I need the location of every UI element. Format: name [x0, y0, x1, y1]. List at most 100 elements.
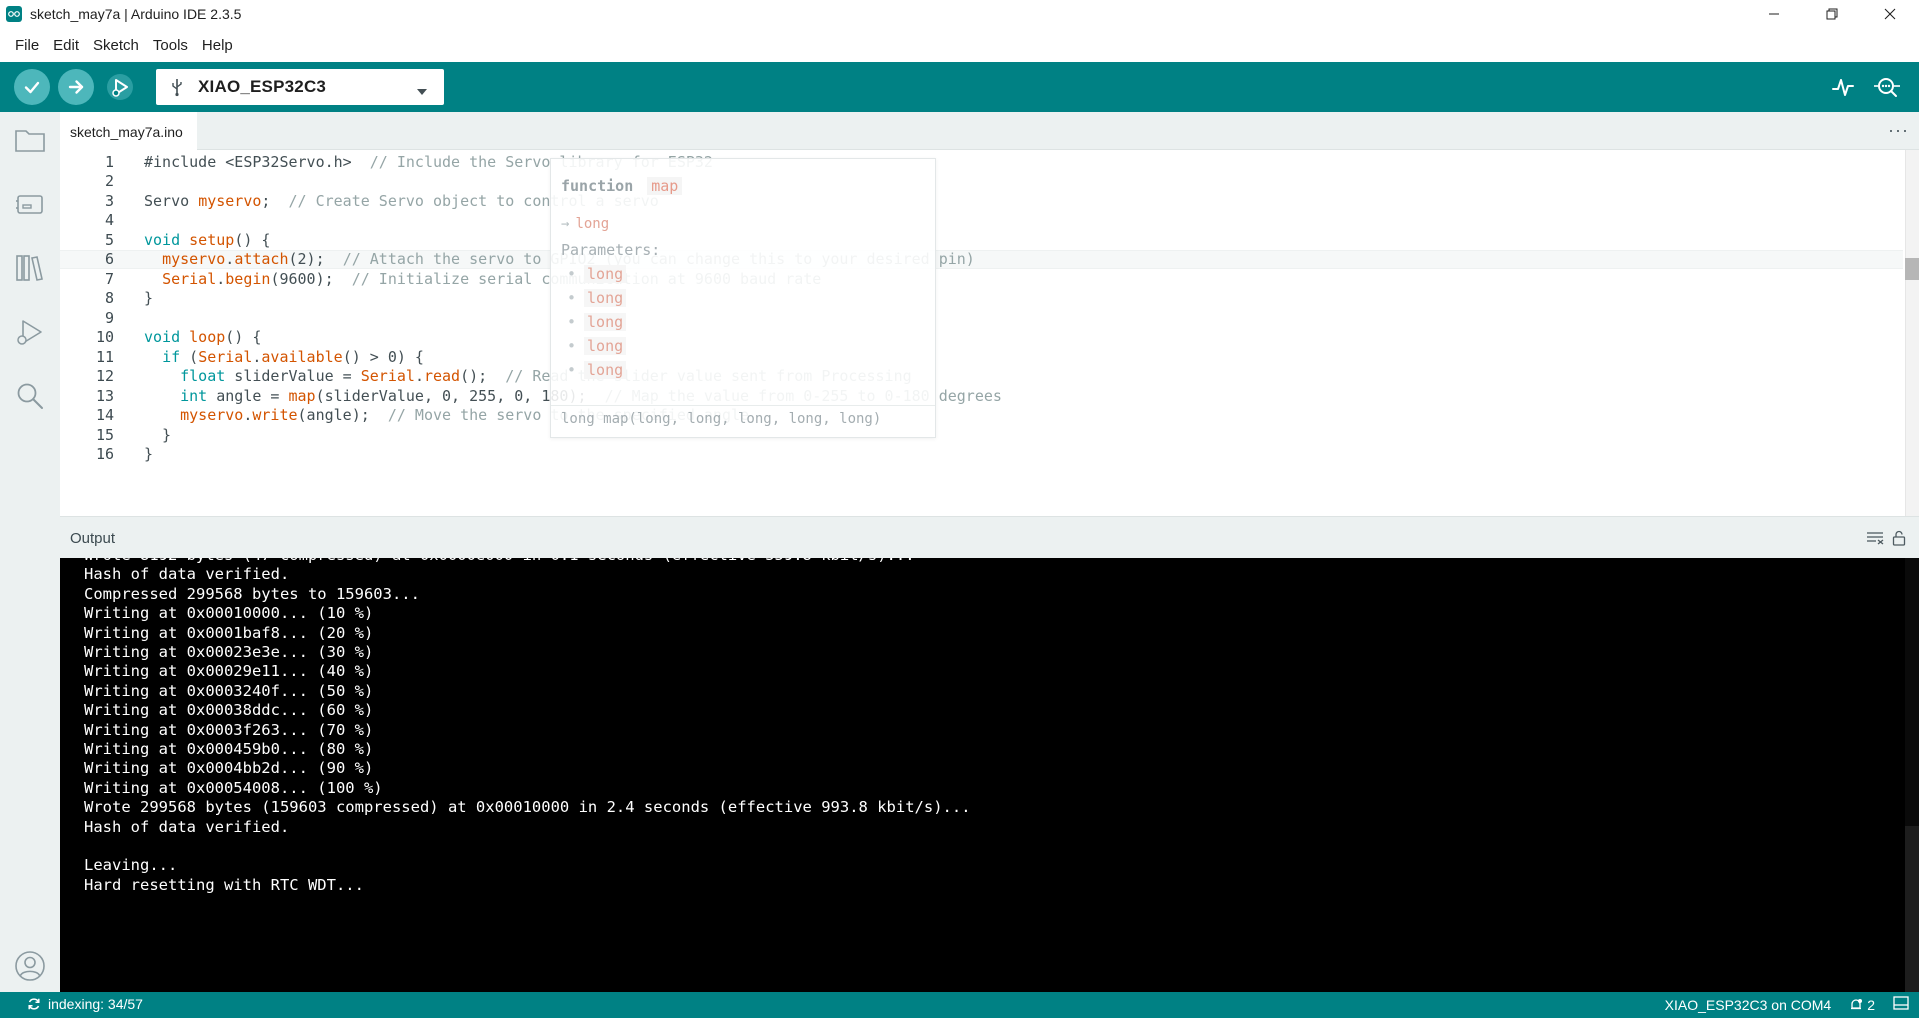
- code-line[interactable]: 16}: [60, 445, 1903, 465]
- menu-tools[interactable]: Tools: [146, 37, 195, 54]
- minimize-icon: [1769, 13, 1779, 15]
- line-code: }: [144, 425, 172, 444]
- output-scrollbar[interactable]: [1905, 558, 1919, 992]
- chevron-down-icon: [416, 83, 428, 101]
- check-icon: [24, 81, 40, 94]
- account-icon: [15, 951, 45, 981]
- board-selector[interactable]: XIAO_ESP32C3: [156, 69, 444, 105]
- notification-count: 2: [1867, 996, 1875, 1013]
- editor-scrollbar[interactable]: [1905, 150, 1919, 516]
- line-number: 2: [104, 172, 114, 191]
- usb-icon: [170, 77, 184, 97]
- code-line[interactable]: 2: [60, 172, 1903, 192]
- clear-output-button[interactable]: [1865, 529, 1885, 547]
- tab-sketch-file[interactable]: sketch_may7a.ino: [60, 112, 197, 150]
- line-code: void loop() {: [144, 328, 262, 347]
- hover-param: • long: [567, 361, 627, 379]
- sketchbook-button[interactable]: [12, 122, 48, 158]
- serial-monitor-button[interactable]: [1872, 72, 1902, 102]
- output-line: Writing at 0x0003240f... (50 %): [84, 681, 374, 700]
- more-actions-icon[interactable]: ···: [1888, 120, 1909, 141]
- board-port-status[interactable]: XIAO_ESP32C3 on COM4: [1665, 997, 1832, 1013]
- code-line[interactable]: 13 int angle = map(sliderValue, 0, 255, …: [60, 386, 1903, 406]
- hover-title: function map: [561, 177, 683, 195]
- code-line[interactable]: 6 myservo.attach(2); // Attach the servo…: [60, 249, 1903, 269]
- code-line[interactable]: 14 myservo.write(angle); // Move the ser…: [60, 406, 1903, 426]
- line-number: 11: [95, 347, 114, 366]
- status-right: XIAO_ESP32C3 on COM4 2: [1665, 996, 1909, 1013]
- code-line[interactable]: 8}: [60, 289, 1903, 309]
- notifications-button[interactable]: 2: [1849, 997, 1875, 1013]
- line-number: 5: [104, 230, 114, 249]
- code-line[interactable]: 10 void loop() {: [60, 328, 1903, 348]
- scroll-lock-button[interactable]: [1889, 529, 1909, 547]
- boards-manager-button[interactable]: [12, 186, 48, 222]
- search-icon: [17, 383, 43, 409]
- magnifier-dots-icon: [1874, 78, 1900, 97]
- search-panel-button[interactable]: [12, 378, 48, 414]
- output-scrollbar-thumb[interactable]: [1905, 826, 1919, 992]
- code-line[interactable]: 11 if (Serial.available() > 0) {: [60, 347, 1903, 367]
- editor-scrollbar-thumb[interactable]: [1905, 258, 1919, 280]
- hover-return: → long: [561, 216, 609, 232]
- code-line[interactable]: 9: [60, 308, 1903, 328]
- code-line[interactable]: 3 Servo myservo; // Create Servo object t…: [60, 191, 1903, 211]
- code-line[interactable]: 5 void setup() {: [60, 230, 1903, 250]
- hover-signature: long map(long, long, long, long, long): [561, 411, 882, 427]
- hover-param: • long: [567, 313, 627, 331]
- line-number: 16: [95, 445, 114, 464]
- window-title: sketch_may7a | Arduino IDE 2.3.5: [30, 6, 242, 22]
- return-arrow-icon: →: [561, 216, 570, 232]
- output-line: Compressed 299568 bytes to 159603...: [84, 584, 420, 603]
- line-code: void setup() {: [144, 230, 271, 249]
- layout-toggle-button[interactable]: [1893, 996, 1909, 1013]
- hover-kind: function: [561, 177, 634, 195]
- output-line: Writing at 0x00054008... (100 %): [84, 778, 383, 797]
- output-console[interactable]: Wrote 8192 bytes (47 compressed) at 0x00…: [60, 558, 1919, 992]
- output-line: Writing at 0x000459b0... (80 %): [84, 740, 374, 758]
- output-line: Writing at 0x00038ddc... (60 %): [84, 701, 374, 720]
- code-line[interactable]: 4: [60, 211, 1903, 231]
- arrow-right-icon: [68, 80, 84, 94]
- output-title: Output: [70, 530, 116, 547]
- line-number: 4: [104, 211, 114, 230]
- code-line[interactable]: 15 }: [60, 425, 1903, 445]
- status-bar: indexing: 34/57 XIAO_ESP32C3 on COM4 2: [0, 992, 1919, 1018]
- debug-play-icon: [107, 74, 133, 100]
- line-number: 9: [104, 308, 114, 327]
- activity-bar: [0, 112, 60, 992]
- debug-panel-button[interactable]: [12, 314, 48, 350]
- output-line: Leaving...: [84, 856, 178, 875]
- output-header: Output: [60, 516, 1919, 558]
- serial-plotter-button[interactable]: [1828, 72, 1858, 102]
- line-number: 13: [95, 386, 114, 405]
- code-editor[interactable]: 1 #include <ESP32Servo.h> // Include the …: [60, 150, 1919, 516]
- verify-button[interactable]: [14, 69, 50, 105]
- output-line: Hash of data verified.: [84, 565, 290, 584]
- line-number: 7: [104, 269, 114, 288]
- upload-button[interactable]: [58, 69, 94, 105]
- window-controls: [1745, 0, 1919, 28]
- restore-icon: [1826, 8, 1838, 20]
- indexing-text: indexing: 34/57: [48, 996, 143, 1012]
- close-icon: [1884, 8, 1896, 20]
- library-manager-button[interactable]: [12, 250, 48, 286]
- restore-button[interactable]: [1803, 0, 1861, 28]
- line-code: }: [144, 289, 154, 308]
- code-line[interactable]: 1 #include <ESP32Servo.h> // Include the …: [60, 152, 1903, 172]
- menu-file[interactable]: File: [8, 37, 46, 54]
- output-line: Writing at 0x00029e11... (40 %): [84, 662, 374, 681]
- hover-function-name: map: [647, 177, 683, 195]
- menu-help[interactable]: Help: [195, 37, 240, 54]
- code-line[interactable]: 7 Serial.begin(9600); // Initialize seri…: [60, 269, 1903, 289]
- menu-edit[interactable]: Edit: [46, 37, 86, 54]
- account-button[interactable]: [12, 948, 48, 984]
- code-line[interactable]: 12 float sliderValue = Serial.read(); //…: [60, 367, 1903, 387]
- line-number: 10: [95, 328, 114, 347]
- close-button[interactable]: [1861, 0, 1919, 28]
- menu-sketch[interactable]: Sketch: [86, 37, 146, 54]
- output-line: Writing at 0x00010000... (10 %): [84, 604, 374, 623]
- folder-icon: [15, 130, 45, 152]
- debug-button[interactable]: [102, 69, 138, 105]
- minimize-button[interactable]: [1745, 0, 1803, 28]
